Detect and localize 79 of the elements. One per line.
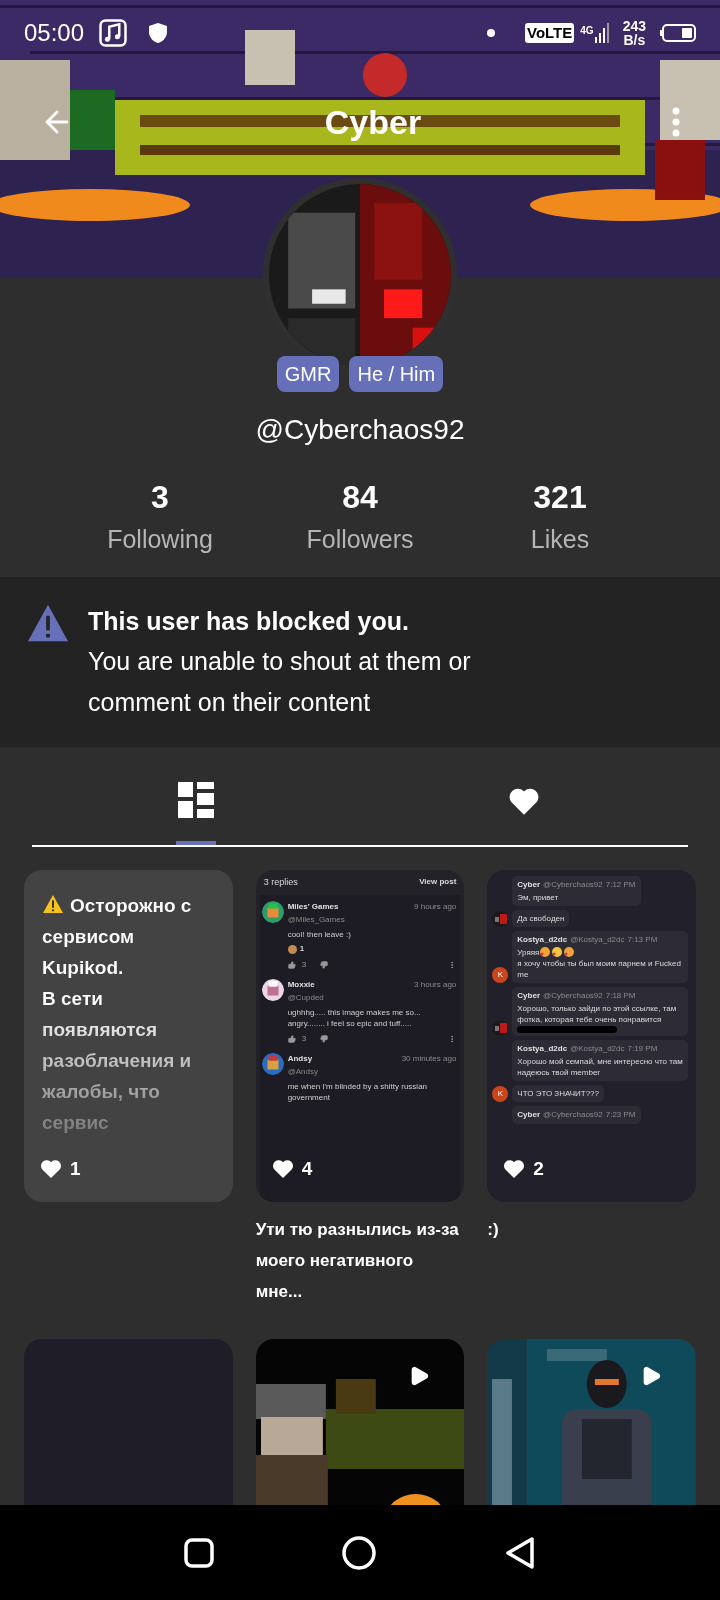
stat-label: Following [107,524,213,555]
message-time: 7:12 PM [605,878,636,891]
emoji-icon [564,947,575,957]
notice-title: This user has blocked you. [88,605,410,637]
message-text: я хочу чтобы ты был моим парнем и Fucked me [517,957,682,980]
comment-text: ughhhg..... this image makes me so... angry........ i feel so epic and tuff..... [287,1007,422,1029]
message-handle: @Kostya_d2dc [570,933,625,946]
message-text: ЧТО ЭТО ЗНАЧИТ??? [517,1087,599,1099]
heart-icon [503,1159,526,1180]
emoji-icon [552,947,563,957]
like-count: 4 [301,1157,313,1181]
notice-message: You are unable to shout at them or comment on their content [88,645,472,718]
thumbs-up-icon[interactable] [287,961,296,969]
message-handle: @Cyberchaos92 [543,878,603,891]
message-author: Cyber [517,1108,540,1121]
post-caption: Ути тю разнылись из-за моего негативного мне... [255,1218,460,1303]
grid-icon [178,781,214,818]
reaction-count: 1 [299,943,305,955]
stat-label: Followers [306,524,414,555]
stat-value: 321 [533,478,587,517]
message-handle: @Cyberchaos92 [543,1108,603,1121]
back-nav-button[interactable] [504,1535,537,1570]
message-author: Kostya_d2dc [517,1042,568,1055]
vote-count: 3 [301,1033,307,1045]
message-author: Cyber [517,878,540,891]
thumbs-down-icon[interactable] [320,961,329,969]
username: @Cyberchaos92 [255,413,465,447]
profile-tag: He / Him [349,356,444,392]
thumbs-down-icon[interactable] [320,1035,329,1043]
comment-author: Andsy [287,1053,313,1065]
message-handle: @Cyberchaos92 [543,989,603,1002]
post-caption: :) [487,1218,500,1241]
recents-button[interactable] [183,1537,214,1568]
message-text: Уряяя [517,946,540,958]
profile-tag: GMR [276,356,340,392]
like-count: 2 [533,1157,544,1181]
message-time: 7:19 PM [627,1042,658,1055]
emoji-icon [540,947,551,957]
warning-icon [42,894,64,915]
triangle-icon [504,1535,537,1570]
message-handle: @Kostya_d2dc [570,1042,625,1055]
message-text: Хорошо, только зайди по этой ссылке, там фотка, которая тебе очень понравится [517,1002,678,1025]
avatar-letter: K [492,1085,509,1102]
message-time: 7:23 PM [605,1108,636,1121]
comment-text: cool! then leave :) [287,929,352,940]
thumbs-up-icon[interactable] [287,1035,296,1043]
message-text: Эм, привет [517,891,559,903]
vote-count: 3 [301,959,307,971]
message-author: Kostya_d2dc [517,933,568,946]
emoji-icon [287,944,297,954]
comment-time: 30 minutes ago [401,1053,457,1065]
message-author: Cyber [517,989,540,1002]
heart-icon [271,1159,294,1180]
message-text: Да свободен [517,912,565,924]
comment-time: 9 hours ago [414,901,457,913]
comment-handle: @Cupded [287,992,325,1004]
post-card[interactable] [255,869,465,1202]
message-text: Хорошо мой семпай, мне интересно что там надеюсь твой member [517,1055,684,1078]
avatar-letter: K [492,966,509,983]
heart-icon [40,1159,62,1180]
like-count: 1 [70,1157,81,1181]
stat-label: Likes [530,524,590,555]
comment-text: me when I'm blinded by a shitty russian government [287,1081,429,1103]
reply-count: 3 replies [263,875,298,889]
square-icon [183,1537,214,1568]
home-button[interactable] [341,1534,377,1571]
stat-value: 3 [151,478,169,517]
stat-value: 84 [342,478,378,517]
heart-icon [508,787,540,816]
comment-handle: @Andsy [287,1066,319,1078]
comment-time: 3 hours ago [414,979,457,991]
comment-author: Moxxie [287,979,315,991]
message-time: 7:18 PM [605,989,636,1002]
circle-icon [341,1534,377,1571]
comment-author: Miles' Games [287,901,339,913]
view-post-link[interactable]: View post [419,875,457,889]
comment-handle: @Miles_Games [287,914,346,926]
post-card[interactable] [487,869,696,1202]
message-time: 7:13 PM [627,933,658,946]
